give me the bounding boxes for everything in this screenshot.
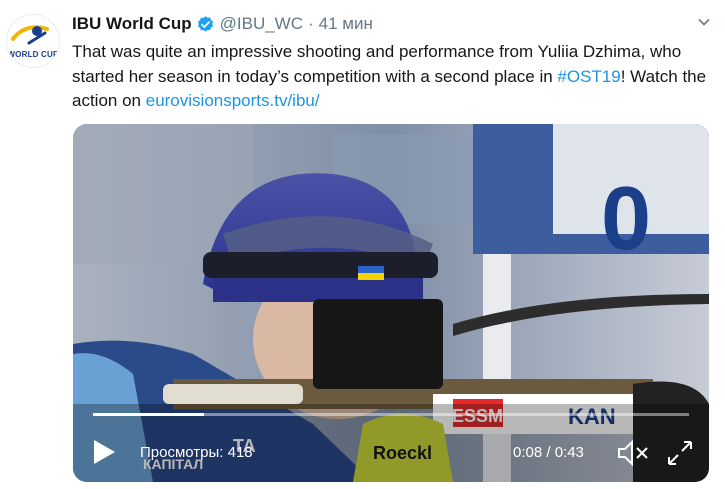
hashtag-link[interactable]: #OST19 (557, 67, 620, 86)
separator-dot: · (308, 14, 314, 33)
play-icon[interactable] (91, 438, 117, 466)
view-count: Просмотры: 418 (140, 444, 253, 461)
ibu-world-cup-logo (11, 25, 49, 45)
chevron-down-icon[interactable] (697, 14, 711, 34)
verified-badge-icon (196, 15, 215, 34)
fullscreen-icon[interactable] (665, 438, 695, 468)
video-timecode: 0:08 / 0:43 (513, 444, 584, 461)
bib-number: 0 (601, 169, 651, 269)
video-player[interactable]: 0 VIESSMANN KAN Roeckl КАПІТАЛ TA Просмо… (73, 124, 709, 482)
avatar[interactable]: WORLD CUP (6, 14, 60, 68)
tweet-text: That was quite an impressive shooting an… (72, 40, 712, 114)
video-progress-fill (93, 413, 204, 416)
video-progress-bar[interactable] (93, 413, 689, 416)
tweet-timestamp[interactable]: 41 мин (319, 14, 373, 34)
author-name[interactable]: IBU World Cup (72, 14, 192, 34)
volume-muted-icon[interactable] (616, 438, 650, 468)
avatar-logo-text: WORLD CUP (7, 50, 59, 59)
url-link[interactable]: eurovisionsports.tv/ibu/ (146, 91, 320, 110)
video-controls: Просмотры: 418 0:08 / 0:43 (73, 422, 709, 482)
author-handle[interactable]: @IBU_WC (220, 14, 303, 34)
tweet-header: IBU World Cup @IBU_WC · 41 мин (72, 12, 713, 36)
